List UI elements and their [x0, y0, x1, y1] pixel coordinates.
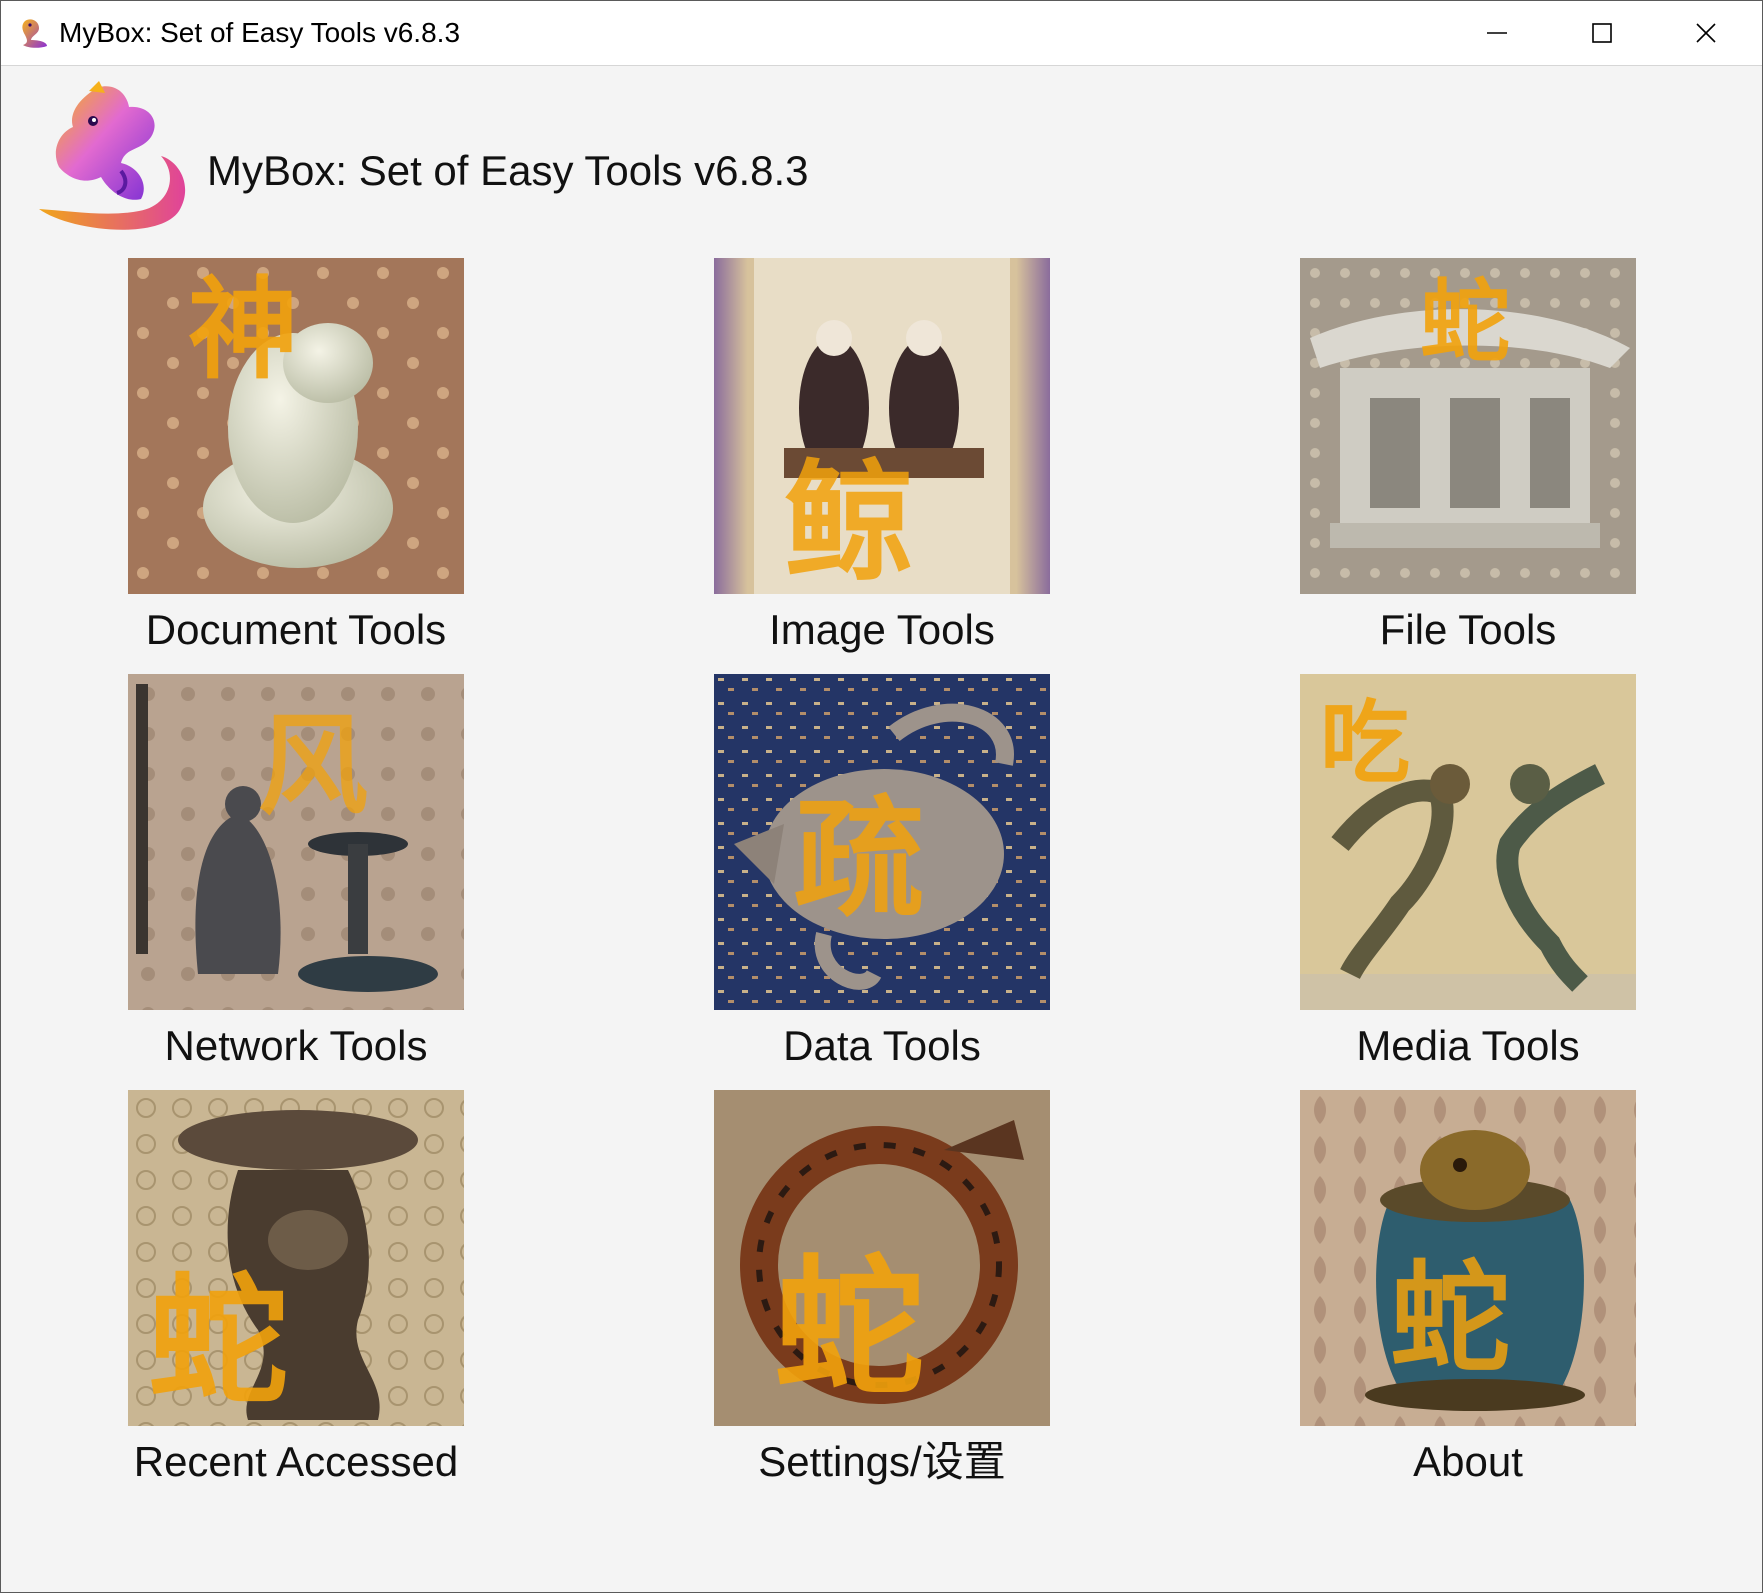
document-tools-button[interactable]: 神 Document Tools [98, 258, 464, 658]
recent-accessed-button[interactable]: 蛇 Recent Accessed [98, 1090, 464, 1490]
app-icon [22, 19, 47, 48]
minimize-icon [1487, 32, 1507, 34]
svg-text:蛇: 蛇 [774, 1240, 924, 1416]
settings-button[interactable]: 蛇 Settings/设置 [684, 1090, 1050, 1490]
image-tools-button[interactable]: 鲸 Image Tools [684, 258, 1050, 658]
minimize-button[interactable] [1445, 1, 1549, 65]
recent-accessed-icon: 蛇 [128, 1090, 464, 1426]
svg-text:鲸: 鲸 [784, 446, 914, 594]
network-tools-label: Network Tools [164, 1022, 428, 1069]
media-tools-button[interactable]: 吃 Media Tools [1270, 674, 1636, 1074]
file-tools-button[interactable]: 蛇 File Tools [1270, 258, 1636, 658]
file-tools-icon: 蛇 [1300, 258, 1636, 594]
data-tools-label: Data Tools [783, 1022, 981, 1069]
mybox-logo-icon [39, 81, 186, 230]
network-tools-icon: 风 [128, 674, 464, 1010]
window-title: MyBox: Set of Easy Tools v6.8.3 [59, 17, 461, 48]
close-icon [1696, 23, 1716, 43]
svg-text:蛇: 蛇 [148, 1260, 288, 1424]
media-tools-icon: 吃 [1300, 674, 1636, 1010]
maximize-icon [1592, 23, 1612, 43]
media-tools-label: Media Tools [1356, 1022, 1580, 1069]
title-bar[interactable]: MyBox: Set of Easy Tools v6.8.3 [1, 1, 1762, 66]
svg-text:神: 神 [188, 265, 298, 394]
document-tools-icon: 神 [128, 258, 464, 594]
settings-icon: 蛇 [714, 1090, 1050, 1426]
svg-text:蛇: 蛇 [1390, 1248, 1510, 1389]
svg-text:风: 风 [258, 701, 368, 830]
recent-accessed-label: Recent Accessed [133, 1438, 459, 1485]
network-tools-button[interactable]: 风 Network Tools [98, 674, 464, 1074]
about-button[interactable]: 蛇 About [1270, 1090, 1636, 1490]
image-tools-icon: 鲸 [714, 258, 1050, 594]
file-tools-label: File Tools [1379, 606, 1557, 653]
close-button[interactable] [1654, 1, 1758, 65]
image-tools-label: Image Tools [769, 606, 995, 653]
svg-text:蛇: 蛇 [1420, 269, 1510, 375]
svg-text:吃: 吃 [1320, 690, 1410, 796]
main-window: MyBox: Set of Easy Tools v6.8.3 MyBox: S… [0, 0, 1763, 1593]
data-tools-button[interactable]: 疏 Data Tools [684, 674, 1050, 1074]
document-tools-label: Document Tools [145, 606, 447, 653]
maximize-button[interactable] [1550, 1, 1654, 65]
settings-label: Settings/设置 [758, 1438, 1006, 1485]
page-title: MyBox: Set of Easy Tools v6.8.3 [207, 147, 809, 194]
svg-text:疏: 疏 [794, 782, 924, 935]
about-icon: 蛇 [1300, 1090, 1636, 1426]
about-label: About [1413, 1438, 1523, 1485]
data-tools-icon: 疏 [714, 674, 1050, 1010]
